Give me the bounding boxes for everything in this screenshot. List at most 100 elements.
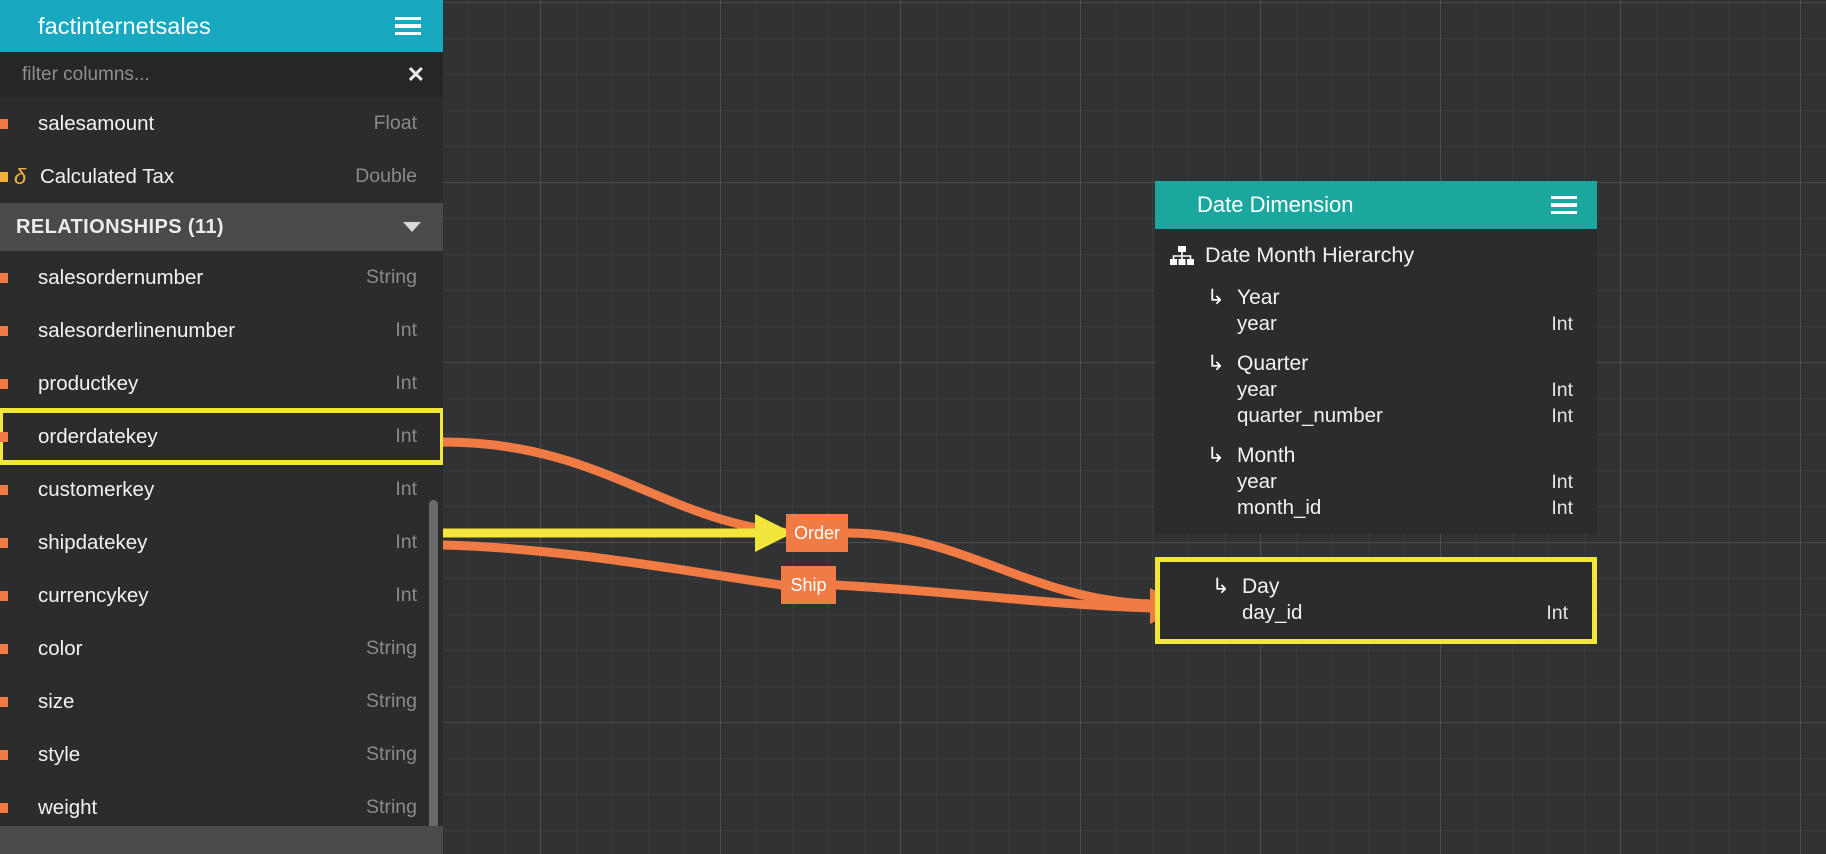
column-row-salesorderlinenumber[interactable]: salesorderlinenumber Int: [0, 304, 443, 357]
field-type: Int: [1551, 497, 1573, 519]
hierarchy-level-year[interactable]: ↳ Year year Int: [1155, 274, 1597, 340]
date-dimension-body: Date Month Hierarchy ↳ Year year Int ↳ Q…: [1155, 229, 1597, 534]
hierarchy-icon: [1169, 245, 1195, 266]
level-header: ↳ Month: [1155, 443, 1597, 468]
relationships-label: RELATIONSHIPS (11): [16, 215, 224, 238]
column-name: orderdatekey: [38, 424, 158, 448]
level-field-row[interactable]: day_id Int: [1160, 601, 1592, 625]
model-designer-canvas[interactable]: factinternetsales filter columns... ✕ sa…: [0, 0, 1826, 854]
field-type: Int: [1546, 602, 1568, 624]
field-type: Int: [1551, 405, 1573, 427]
column-row-customerkey[interactable]: customerkey Int: [0, 463, 443, 516]
column-name: productkey: [38, 371, 139, 395]
hierarchy-row[interactable]: Date Month Hierarchy: [1155, 235, 1597, 274]
column-type: Int: [395, 531, 417, 553]
hamburger-icon[interactable]: [395, 16, 421, 36]
level-field-row[interactable]: year Int: [1155, 470, 1597, 494]
column-row-size[interactable]: size String: [0, 675, 443, 728]
ship-relationship-badge[interactable]: Ship: [781, 566, 836, 604]
column-name: color: [38, 636, 83, 660]
hierarchy-level-month[interactable]: ↳ Month year Int month_id Int: [1155, 432, 1597, 524]
close-icon[interactable]: ✕: [407, 63, 425, 86]
column-row-style[interactable]: style String: [0, 728, 443, 781]
order-relationship-badge[interactable]: Order: [786, 514, 848, 552]
level-header: ↳ Day: [1160, 574, 1592, 599]
column-marker-icon: [0, 537, 8, 548]
level-field-row[interactable]: month_id Int: [1155, 496, 1597, 520]
column-row-shipdatekey[interactable]: shipdatekey Int: [0, 516, 443, 569]
column-marker-icon: [0, 378, 8, 389]
column-name: Calculated Tax: [40, 164, 175, 188]
column-row-productkey[interactable]: productkey Int: [0, 357, 443, 410]
column-row-salesamount[interactable]: salesamount Float: [0, 97, 443, 150]
level-arrow-icon: ↳: [1207, 444, 1225, 467]
column-row-currencykey[interactable]: currencykey Int: [0, 569, 443, 622]
level-arrow-icon: ↳: [1212, 575, 1230, 598]
hierarchy-level-day[interactable]: ↳ Day day_id Int: [1155, 557, 1597, 644]
field-type: Int: [1551, 313, 1573, 335]
column-name: shipdatekey: [38, 530, 148, 554]
level-name: Day: [1242, 574, 1280, 598]
column-row-orderdatekey[interactable]: orderdatekey Int: [0, 408, 443, 465]
date-dimension-panel[interactable]: Date Dimension Date Month Hierarchy ↳ Ye…: [1155, 181, 1597, 534]
hierarchy-level-quarter[interactable]: ↳ Quarter year Int quarter_number Int: [1155, 340, 1597, 432]
column-marker-icon: [0, 749, 8, 760]
level-name: Year: [1237, 285, 1280, 309]
level-header: ↳ Year: [1155, 285, 1597, 310]
column-name: style: [38, 742, 81, 766]
column-name: weight: [38, 795, 98, 819]
order-badge-label: Order: [793, 522, 840, 543]
relationships-section-header[interactable]: RELATIONSHIPS (11): [0, 203, 443, 251]
column-name: salesamount: [38, 111, 155, 135]
fact-table-header[interactable]: factinternetsales: [0, 0, 443, 52]
field-name: year: [1237, 312, 1277, 335]
column-type: String: [366, 743, 417, 765]
column-name: salesordernumber: [38, 265, 204, 289]
column-marker-icon: [0, 643, 8, 654]
level-name: Quarter: [1237, 351, 1309, 375]
column-marker-icon: [0, 171, 8, 182]
column-type: String: [366, 266, 417, 288]
relationship-columns-list: salesordernumber String salesorderlinenu…: [0, 251, 443, 834]
date-dimension-header[interactable]: Date Dimension: [1155, 181, 1597, 229]
column-name: size: [38, 689, 75, 713]
column-marker-icon: [0, 118, 8, 129]
level-header: ↳ Quarter: [1155, 351, 1597, 376]
field-name: day_id: [1242, 601, 1303, 624]
field-name: year: [1237, 378, 1277, 401]
level-arrow-icon: ↳: [1207, 286, 1225, 309]
column-type: Int: [395, 372, 417, 394]
column-row-color[interactable]: color String: [0, 622, 443, 675]
column-type: Int: [395, 319, 417, 341]
chevron-down-icon[interactable]: [403, 222, 421, 232]
hamburger-icon[interactable]: [1551, 195, 1577, 215]
column-marker-icon: [0, 272, 8, 283]
fact-table-panel[interactable]: factinternetsales filter columns... ✕ sa…: [0, 0, 443, 854]
column-name: salesorderlinenumber: [38, 318, 236, 342]
yellow-pointer-arrow: [443, 514, 793, 552]
level-name: Month: [1237, 443, 1296, 467]
column-type: String: [366, 637, 417, 659]
column-marker-icon: [0, 590, 8, 601]
hierarchy-name: Date Month Hierarchy: [1205, 243, 1415, 267]
column-marker-icon: [0, 325, 8, 336]
field-name: year: [1237, 470, 1277, 493]
level-field-row[interactable]: year Int: [1155, 378, 1597, 402]
level-field-row[interactable]: year Int: [1155, 312, 1597, 336]
level-field-row[interactable]: quarter_number Int: [1155, 404, 1597, 428]
field-name: quarter_number: [1237, 404, 1383, 427]
column-type: Float: [373, 112, 417, 134]
column-name: customerkey: [38, 477, 155, 501]
column-name: currencykey: [38, 583, 149, 607]
column-row-salesordernumber[interactable]: salesordernumber String: [0, 251, 443, 304]
fact-table-title: factinternetsales: [38, 12, 211, 39]
column-marker-icon: [0, 431, 8, 442]
level-arrow-icon: ↳: [1207, 352, 1225, 375]
column-type: String: [366, 796, 417, 818]
sidebar-scrollbar[interactable]: [429, 500, 438, 840]
column-type: Int: [395, 425, 417, 447]
column-marker-icon: [0, 696, 8, 707]
column-type: Int: [395, 584, 417, 606]
column-row-calculated-tax[interactable]: δ Calculated Tax Double: [0, 150, 443, 203]
filter-columns-input[interactable]: filter columns... ✕: [0, 52, 443, 97]
